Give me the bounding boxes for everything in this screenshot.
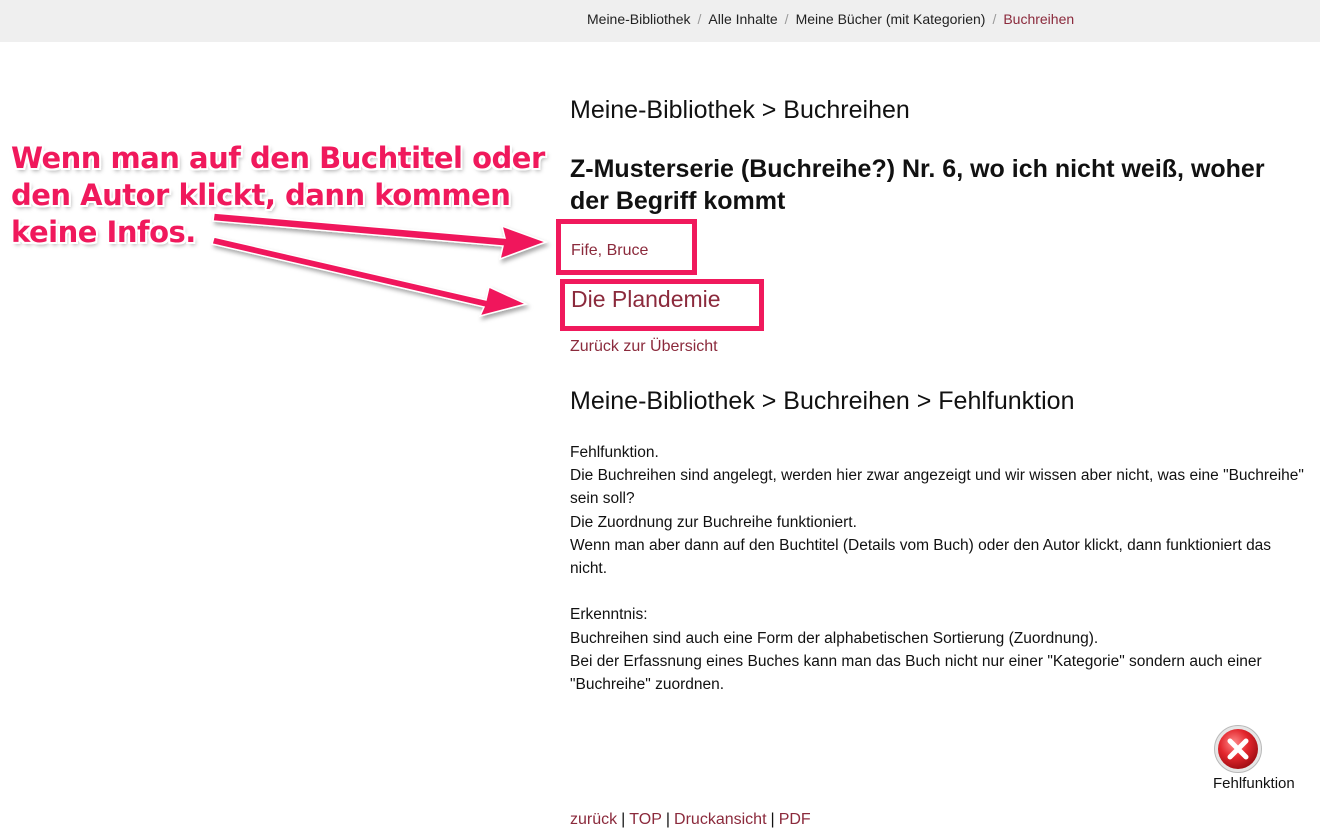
- description-line: Fehlfunktion.: [570, 444, 659, 461]
- footer-separator: |: [770, 811, 775, 828]
- description-line: Die Zuordnung zur Buchreihe funktioniert…: [570, 513, 857, 531]
- annotation-line: den Autor klickt, dann kommen: [11, 178, 511, 212]
- footer-separator: |: [621, 811, 626, 828]
- annotation-line: keine Infos.: [11, 215, 196, 249]
- footer-separator: |: [665, 811, 671, 828]
- description-text: Fehlfunktion. Die Buchreihen sind angele…: [570, 441, 1305, 696]
- description-line: Erkenntnis:: [570, 606, 648, 624]
- pdf-link[interactable]: PDF: [779, 811, 811, 828]
- top-link[interactable]: TOP: [629, 811, 662, 828]
- description-line: Bei der Erfassnung eines Buches kann man…: [570, 652, 1262, 694]
- error-icon: [1214, 725, 1262, 773]
- annotation-line: Wenn man auf den Buchtitel oder: [11, 141, 545, 175]
- annotation-arrows: [211, 212, 549, 318]
- description-line: Die Buchreihen sind angelegt, werden hie…: [570, 467, 1304, 508]
- section-heading: Meine-Bibliothek > Buchreihen > Fehlfunk…: [570, 387, 1075, 415]
- footer-links: zurück | TOP | Druckansicht | PDF: [570, 811, 811, 829]
- print-view-link[interactable]: Druckansicht: [674, 811, 766, 828]
- error-label: Fehlfunktion: [1213, 775, 1295, 792]
- annotation-note: Wenn man auf den Buchtitel oder den Auto…: [11, 140, 551, 251]
- back-link[interactable]: zurück: [570, 811, 617, 828]
- description-line: Wenn man aber dann auf den Buchtitel (De…: [570, 536, 1272, 578]
- description-line: Buchreihen sind auch eine Form der alpha…: [570, 629, 1099, 647]
